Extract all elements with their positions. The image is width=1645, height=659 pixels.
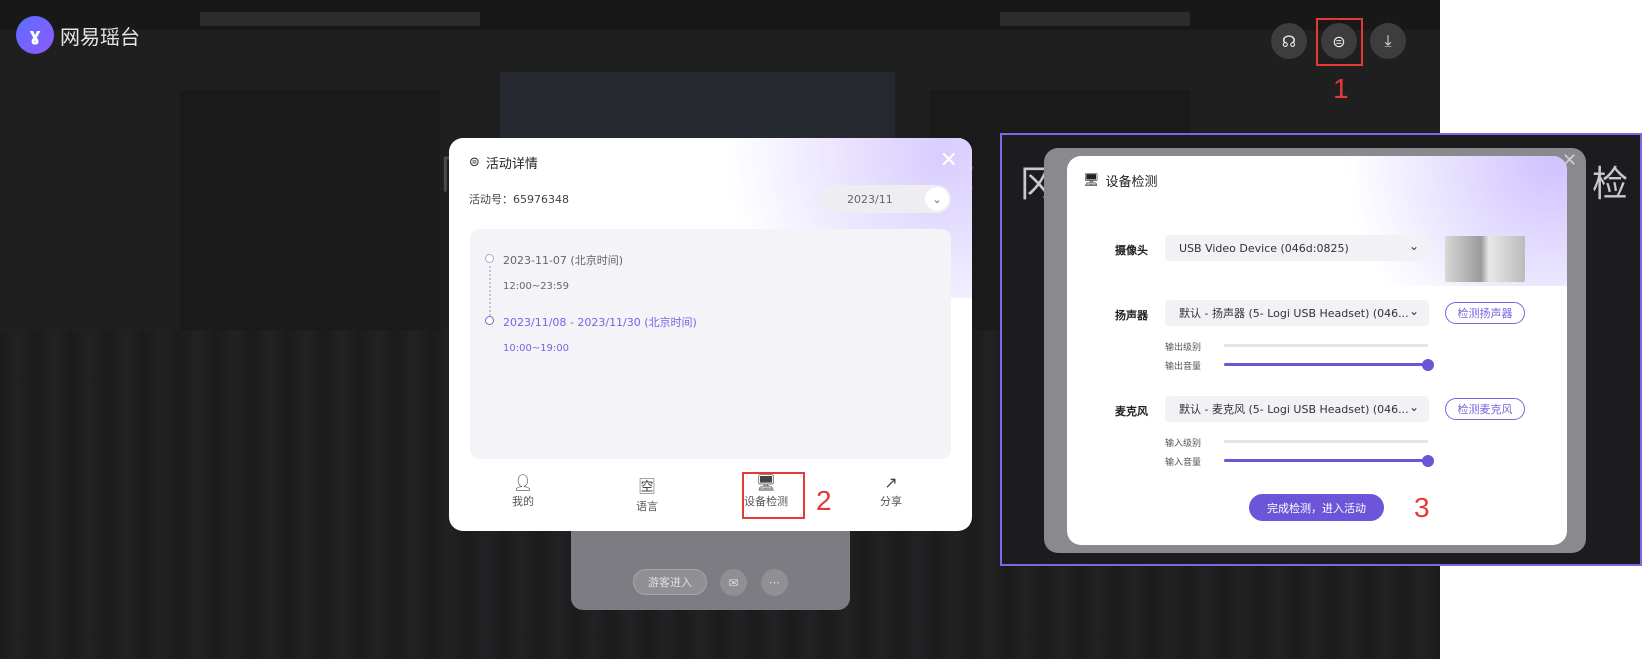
share-icon: ↗	[884, 473, 898, 492]
logo-text: 网易瑶台	[60, 24, 140, 49]
test-microphone-button[interactable]: 检测麦克风	[1445, 398, 1525, 420]
my-label: 我的	[512, 495, 534, 508]
input-volume-knob[interactable]	[1422, 455, 1434, 467]
speaker-label: 扬声器	[1115, 309, 1148, 322]
activity-number: 活动号：65976348	[469, 193, 569, 206]
device-check-modal: 🖥︎ 设备检测 摄像头 USB Video Device (046d:0825)…	[1067, 156, 1567, 545]
close-icon[interactable]: ✕	[940, 148, 958, 173]
output-level-meter	[1224, 344, 1428, 347]
annotation-number-2: 2	[816, 485, 832, 516]
language-button[interactable]: 🈳︎ 语言	[617, 473, 677, 514]
input-level-meter	[1224, 440, 1428, 443]
device-check-icon: 🖥︎	[1083, 173, 1100, 188]
schedule-panel: 2023-11-07 (北京时间) 12:00~23:59 2023/11/08…	[470, 229, 951, 459]
share-label: 分享	[880, 495, 902, 508]
input-level-label: 输入级别	[1165, 439, 1202, 449]
output-volume-slider[interactable]	[1224, 363, 1428, 366]
test-speaker-button[interactable]: 检测扬声器	[1445, 302, 1525, 324]
guest-enter-button[interactable]: 游客进入	[633, 569, 707, 595]
language-icon: 🈳︎	[638, 477, 655, 496]
activity-detail-icon: ⊜	[469, 155, 480, 170]
my-button[interactable]: 👤︎ 我的	[493, 473, 553, 509]
chevron-down-icon: ⌄	[1408, 400, 1419, 414]
output-volume-knob[interactable]	[1422, 359, 1434, 371]
output-volume-fill	[1224, 363, 1428, 366]
schedule-time: 12:00~23:59	[503, 281, 570, 292]
input-volume-fill	[1224, 459, 1428, 462]
finish-check-button[interactable]: 完成检测，进入活动	[1249, 494, 1384, 521]
timeline-line	[489, 266, 491, 316]
speaker-value: 默认 - 扬声器 (5- Logi USB Headset) (046...	[1179, 307, 1409, 320]
logo-icon: ɣ	[16, 16, 54, 54]
chevron-down-icon[interactable]: ⌄	[925, 187, 949, 211]
mail-icon[interactable]: ✉	[720, 569, 747, 596]
wall-panel	[180, 90, 440, 330]
microphone-label: 麦克风	[1115, 405, 1148, 418]
more-button[interactable]: ···	[761, 569, 788, 596]
ceiling-light	[200, 12, 480, 26]
entry-card	[571, 520, 850, 610]
speaker-select[interactable]: 默认 - 扬声器 (5- Logi USB Headset) (046... ⌄	[1165, 300, 1429, 326]
annotation-number-3: 3	[1414, 492, 1430, 523]
language-label: 语言	[636, 500, 658, 513]
annotation-number-1: 1	[1333, 73, 1349, 104]
device-modal-title: 🖥︎ 设备检测	[1083, 171, 1158, 190]
download-icon[interactable]: ⤓	[1370, 23, 1406, 59]
activity-detail-modal: ⊜ 活动详情 ✕ 活动号：65976348 2023/11 ⌄ 2023-11-…	[449, 138, 972, 531]
modal-action-bar: 👤︎ 我的 🈳︎ 语言 🖥︎ 设备检测 ↗ 分享	[449, 473, 972, 523]
annotation-box-2	[742, 472, 805, 519]
modal-title-text: 活动详情	[485, 157, 538, 172]
camera-select[interactable]: USB Video Device (046d:0825) ⌄	[1165, 235, 1429, 261]
device-check-screenshot: 冈 检 🖥︎ 设备检测 摄像头 USB Video Device (046d:0…	[1000, 133, 1642, 566]
share-button[interactable]: ↗ 分享	[861, 473, 921, 509]
background-text: 检	[1592, 164, 1629, 205]
device-modal-title-text: 设备检测	[1105, 175, 1158, 190]
timeline-dot-active	[485, 316, 494, 325]
timeline-dot	[485, 254, 494, 263]
screenshot-stage: 冈 检 ɣ 网易瑶台 ☊ ⊜ ⤓ 1 游客进入 ✉ ··· ⊜ 活动详情 ✕ 活…	[0, 0, 1645, 659]
ceiling-light	[1000, 12, 1190, 26]
annotation-box-1	[1316, 18, 1363, 66]
modal-gradient	[1287, 156, 1567, 286]
schedule-time-active: 10:00~19:00	[503, 343, 570, 354]
camera-value: USB Video Device (046d:0825)	[1179, 241, 1349, 255]
support-icon[interactable]: ☊	[1271, 23, 1307, 59]
schedule-date: 2023-11-07 (北京时间)	[503, 254, 624, 267]
chevron-down-icon: ⌄	[1408, 239, 1419, 253]
user-icon: 👤︎	[512, 473, 534, 492]
microphone-select[interactable]: 默认 - 麦克风 (5- Logi USB Headset) (046... ⌄	[1165, 396, 1429, 422]
close-icon[interactable]: ✕	[1562, 150, 1577, 171]
input-volume-label: 输入音量	[1165, 458, 1202, 468]
modal-title: ⊜ 活动详情	[469, 153, 538, 172]
chevron-down-icon: ⌄	[1408, 304, 1419, 318]
camera-label: 摄像头	[1115, 244, 1148, 257]
output-volume-label: 输出音量	[1165, 362, 1202, 372]
schedule-date-active: 2023/11/08 - 2023/11/30 (北京时间)	[503, 316, 697, 329]
app-logo: ɣ 网易瑶台	[16, 16, 140, 54]
microphone-value: 默认 - 麦克风 (5- Logi USB Headset) (046...	[1179, 403, 1409, 416]
output-level-label: 输出级别	[1165, 343, 1202, 353]
camera-preview	[1445, 236, 1525, 282]
input-volume-slider[interactable]	[1224, 459, 1428, 462]
